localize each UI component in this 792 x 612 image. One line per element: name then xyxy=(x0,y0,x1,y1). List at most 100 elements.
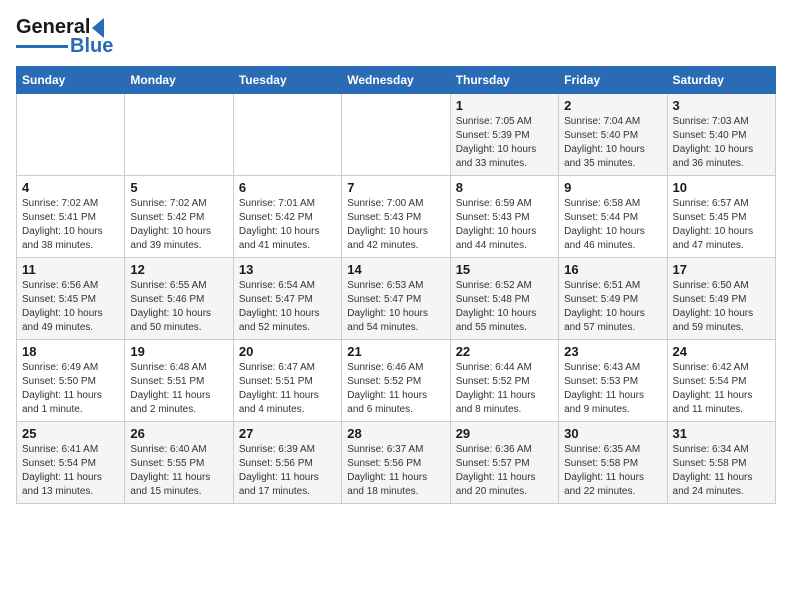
day-number: 24 xyxy=(673,344,770,359)
day-number: 4 xyxy=(22,180,119,195)
day-info: Sunrise: 6:51 AMSunset: 5:49 PMDaylight:… xyxy=(564,279,661,335)
calendar-cell: 30 Sunrise: 6:35 AMSunset: 5:58 PMDayligh… xyxy=(559,422,667,504)
calendar-cell: 10Sunrise: 6:57 AMSunset: 5:45 PMDayligh… xyxy=(667,176,775,258)
day-number: 23 xyxy=(564,344,661,359)
calendar-cell: 25 Sunrise: 6:41 AMSunset: 5:54 PMDayligh… xyxy=(17,422,125,504)
logo-blue: Blue xyxy=(70,35,113,58)
calendar-week-2: 4 Sunrise: 7:02 AMSunset: 5:41 PMDaylight… xyxy=(17,176,776,258)
day-number: 5 xyxy=(130,180,227,195)
calendar-cell: 16 Sunrise: 6:51 AMSunset: 5:49 PMDayligh… xyxy=(559,258,667,340)
calendar-week-3: 11 Sunrise: 6:56 AMSunset: 5:45 PMDayligh… xyxy=(17,258,776,340)
day-info: Sunrise: 6:44 AMSunset: 5:52 PMDaylight:… xyxy=(456,361,553,417)
day-number: 2 xyxy=(564,98,661,113)
day-number: 18 xyxy=(22,344,119,359)
day-info: Sunrise: 6:49 AMSunset: 5:50 PMDaylight:… xyxy=(22,361,119,417)
day-info: Sunrise: 6:42 AMSunset: 5:54 PMDaylight:… xyxy=(673,361,770,417)
day-info: Sunrise: 6:41 AMSunset: 5:54 PMDaylight:… xyxy=(22,443,119,499)
calendar-cell: 31 Sunrise: 6:34 AMSunset: 5:58 PMDayligh… xyxy=(667,422,775,504)
day-info: Sunrise: 6:34 AMSunset: 5:58 PMDaylight:… xyxy=(673,443,770,499)
day-info: Sunrise: 6:47 AMSunset: 5:51 PMDaylight:… xyxy=(239,361,336,417)
calendar-cell: 17Sunrise: 6:50 AMSunset: 5:49 PMDayligh… xyxy=(667,258,775,340)
day-info: Sunrise: 6:56 AMSunset: 5:45 PMDaylight:… xyxy=(22,279,119,335)
calendar-cell: 6Sunrise: 7:01 AMSunset: 5:42 PMDaylight… xyxy=(233,176,341,258)
day-number: 15 xyxy=(456,262,553,277)
calendar-cell: 21Sunrise: 6:46 AMSunset: 5:52 PMDayligh… xyxy=(342,340,450,422)
day-number: 27 xyxy=(239,426,336,441)
day-number: 21 xyxy=(347,344,444,359)
calendar-cell: 1 Sunrise: 7:05 AMSunset: 5:39 PMDaylight… xyxy=(450,94,558,176)
calendar-cell: 24 Sunrise: 6:42 AMSunset: 5:54 PMDayligh… xyxy=(667,340,775,422)
day-number: 13 xyxy=(239,262,336,277)
day-number: 3 xyxy=(673,98,770,113)
calendar-cell: 22Sunrise: 6:44 AMSunset: 5:52 PMDayligh… xyxy=(450,340,558,422)
day-info: Sunrise: 6:39 AMSunset: 5:56 PMDaylight:… xyxy=(239,443,336,499)
day-info: Sunrise: 7:02 AMSunset: 5:42 PMDaylight:… xyxy=(130,197,227,253)
calendar-cell: 23 Sunrise: 6:43 AMSunset: 5:53 PMDayligh… xyxy=(559,340,667,422)
calendar-cell: 4 Sunrise: 7:02 AMSunset: 5:41 PMDaylight… xyxy=(17,176,125,258)
day-info: Sunrise: 6:50 AMSunset: 5:49 PMDaylight:… xyxy=(673,279,770,335)
day-info: Sunrise: 7:04 AMSunset: 5:40 PMDaylight:… xyxy=(564,115,661,171)
calendar-cell: 5 Sunrise: 7:02 AMSunset: 5:42 PMDaylight… xyxy=(125,176,233,258)
day-number: 14 xyxy=(347,262,444,277)
day-info: Sunrise: 6:53 AMSunset: 5:47 PMDaylight:… xyxy=(347,279,444,335)
day-number: 25 xyxy=(22,426,119,441)
day-info: Sunrise: 6:58 AMSunset: 5:44 PMDaylight:… xyxy=(564,197,661,253)
calendar-header-row: SundayMondayTuesdayWednesdayThursdayFrid… xyxy=(17,67,776,94)
day-number: 9 xyxy=(564,180,661,195)
column-header-saturday: Saturday xyxy=(667,67,775,94)
day-info: Sunrise: 7:01 AMSunset: 5:42 PMDaylight:… xyxy=(239,197,336,253)
column-header-friday: Friday xyxy=(559,67,667,94)
day-info: Sunrise: 6:52 AMSunset: 5:48 PMDaylight:… xyxy=(456,279,553,335)
calendar-week-4: 18 Sunrise: 6:49 AMSunset: 5:50 PMDayligh… xyxy=(17,340,776,422)
calendar-cell xyxy=(342,94,450,176)
calendar-cell: 27 Sunrise: 6:39 AMSunset: 5:56 PMDayligh… xyxy=(233,422,341,504)
day-number: 29 xyxy=(456,426,553,441)
day-number: 7 xyxy=(347,180,444,195)
day-number: 16 xyxy=(564,262,661,277)
day-info: Sunrise: 7:00 AMSunset: 5:43 PMDaylight:… xyxy=(347,197,444,253)
calendar-cell: 18 Sunrise: 6:49 AMSunset: 5:50 PMDayligh… xyxy=(17,340,125,422)
calendar-cell: 19 Sunrise: 6:48 AMSunset: 5:51 PMDayligh… xyxy=(125,340,233,422)
calendar-cell: 8Sunrise: 6:59 AMSunset: 5:43 PMDaylight… xyxy=(450,176,558,258)
calendar-cell xyxy=(233,94,341,176)
day-info: Sunrise: 6:35 AMSunset: 5:58 PMDaylight:… xyxy=(564,443,661,499)
calendar-week-1: 1 Sunrise: 7:05 AMSunset: 5:39 PMDaylight… xyxy=(17,94,776,176)
day-number: 1 xyxy=(456,98,553,113)
day-number: 28 xyxy=(347,426,444,441)
day-info: Sunrise: 6:43 AMSunset: 5:53 PMDaylight:… xyxy=(564,361,661,417)
day-number: 11 xyxy=(22,262,119,277)
calendar-cell xyxy=(17,94,125,176)
day-info: Sunrise: 7:05 AMSunset: 5:39 PMDaylight:… xyxy=(456,115,553,171)
calendar-table: SundayMondayTuesdayWednesdayThursdayFrid… xyxy=(16,66,776,504)
calendar-cell: 14 Sunrise: 6:53 AMSunset: 5:47 PMDayligh… xyxy=(342,258,450,340)
calendar-cell: 13 Sunrise: 6:54 AMSunset: 5:47 PMDayligh… xyxy=(233,258,341,340)
day-number: 12 xyxy=(130,262,227,277)
day-number: 20 xyxy=(239,344,336,359)
calendar-cell: 29 Sunrise: 6:36 AMSunset: 5:57 PMDayligh… xyxy=(450,422,558,504)
calendar-cell: 9 Sunrise: 6:58 AMSunset: 5:44 PMDaylight… xyxy=(559,176,667,258)
day-number: 10 xyxy=(673,180,770,195)
calendar-cell: 12 Sunrise: 6:55 AMSunset: 5:46 PMDayligh… xyxy=(125,258,233,340)
day-info: Sunrise: 6:48 AMSunset: 5:51 PMDaylight:… xyxy=(130,361,227,417)
column-header-monday: Monday xyxy=(125,67,233,94)
day-number: 31 xyxy=(673,426,770,441)
day-info: Sunrise: 7:03 AMSunset: 5:40 PMDaylight:… xyxy=(673,115,770,171)
column-header-sunday: Sunday xyxy=(17,67,125,94)
calendar-cell xyxy=(125,94,233,176)
day-number: 30 xyxy=(564,426,661,441)
day-info: Sunrise: 6:55 AMSunset: 5:46 PMDaylight:… xyxy=(130,279,227,335)
calendar-cell: 7 Sunrise: 7:00 AMSunset: 5:43 PMDaylight… xyxy=(342,176,450,258)
calendar-cell: 28Sunrise: 6:37 AMSunset: 5:56 PMDayligh… xyxy=(342,422,450,504)
day-info: Sunrise: 6:54 AMSunset: 5:47 PMDaylight:… xyxy=(239,279,336,335)
day-info: Sunrise: 7:02 AMSunset: 5:41 PMDaylight:… xyxy=(22,197,119,253)
day-number: 8 xyxy=(456,180,553,195)
calendar-cell: 2 Sunrise: 7:04 AMSunset: 5:40 PMDaylight… xyxy=(559,94,667,176)
column-header-thursday: Thursday xyxy=(450,67,558,94)
calendar-cell: 20 Sunrise: 6:47 AMSunset: 5:51 PMDayligh… xyxy=(233,340,341,422)
calendar-cell: 15 Sunrise: 6:52 AMSunset: 5:48 PMDayligh… xyxy=(450,258,558,340)
day-number: 26 xyxy=(130,426,227,441)
day-info: Sunrise: 6:36 AMSunset: 5:57 PMDaylight:… xyxy=(456,443,553,499)
day-number: 19 xyxy=(130,344,227,359)
day-info: Sunrise: 6:40 AMSunset: 5:55 PMDaylight:… xyxy=(130,443,227,499)
calendar-cell: 26 Sunrise: 6:40 AMSunset: 5:55 PMDayligh… xyxy=(125,422,233,504)
